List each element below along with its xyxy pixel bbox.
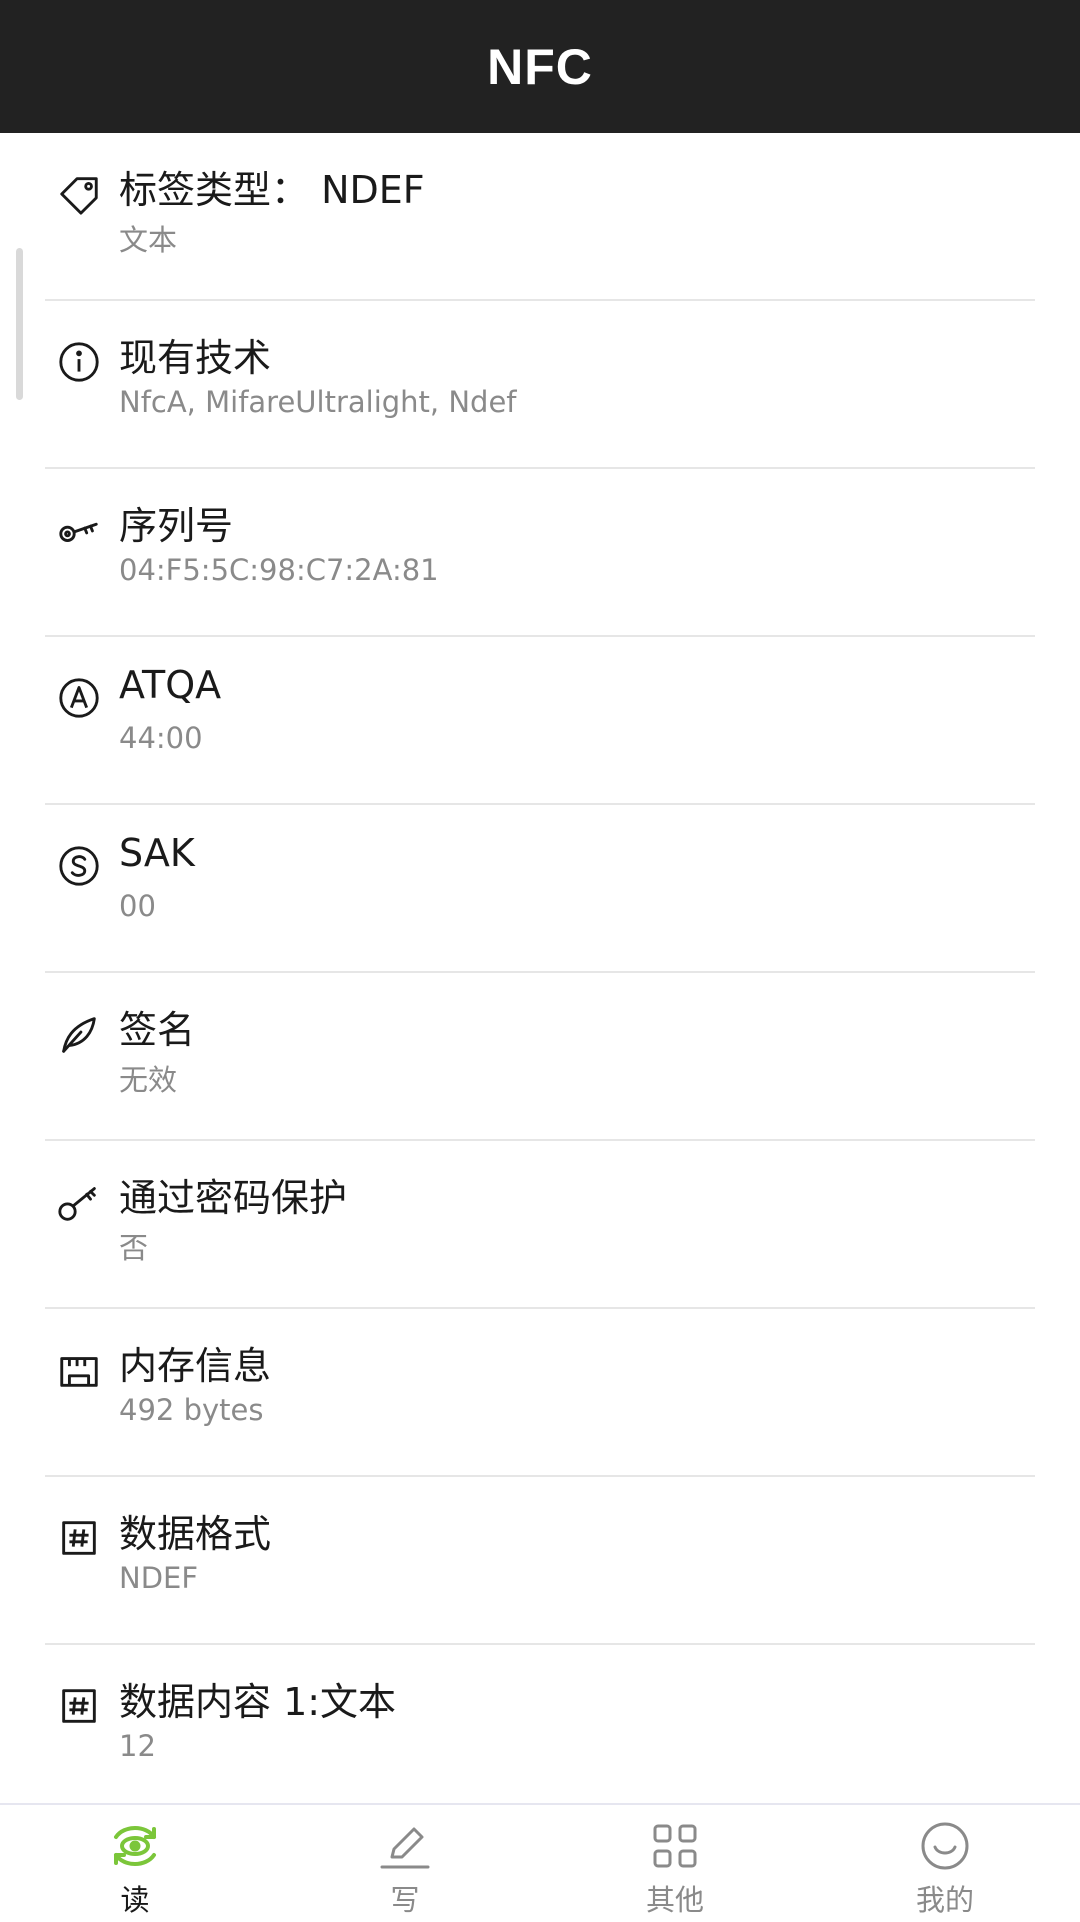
list-item-value: 44:00: [119, 721, 203, 755]
circle-s-icon: [54, 841, 104, 891]
nav-label: 其他: [645, 1883, 704, 1917]
list-item-label: 数据内容 1:文本: [119, 1680, 397, 1724]
list-item-value: 否: [119, 1231, 149, 1265]
pencil-icon: [380, 1827, 430, 1869]
list-item-value: 04:F5:5C:98:C7:2A:81: [119, 553, 439, 587]
list-item-data-content[interactable]: 数据内容 1:文本 12: [0, 1645, 1080, 1813]
list-item-value: 12: [119, 1729, 156, 1763]
list-item-serial-number[interactable]: 序列号 04:F5:5C:98:C7:2A:81: [0, 469, 1080, 637]
list-item-label: 通过密码保护: [119, 1176, 348, 1220]
tag-info-list: 标签类型： NDEF 文本 现有技术 NfcA, MifareUltraligh…: [0, 133, 1080, 1813]
nav-tab-write[interactable]: 写: [270, 1805, 540, 1922]
list-item-value: 00: [119, 889, 156, 923]
circle-a-icon: [54, 673, 104, 723]
list-item-password-protection[interactable]: 通过密码保护 否: [0, 1141, 1080, 1309]
hash-box-icon: [54, 1681, 104, 1731]
tag-icon: [54, 169, 104, 219]
nav-tab-mine[interactable]: 我的: [810, 1805, 1080, 1922]
list-item-value: NfcA, MifareUltralight, Ndef: [119, 385, 517, 419]
nav-label: 写: [390, 1883, 420, 1917]
list-item-label: 标签类型： NDEF: [119, 168, 425, 212]
list-item-value: 492 bytes: [119, 1393, 264, 1427]
list-item-memory-info[interactable]: 内存信息 492 bytes: [0, 1309, 1080, 1477]
key-icon: [54, 505, 104, 555]
list-item-data-format[interactable]: 数据格式 NDEF: [0, 1477, 1080, 1645]
list-item-label: 签名: [119, 1008, 196, 1052]
hash-box-icon: [54, 1513, 104, 1563]
nav-tab-read[interactable]: 读: [0, 1805, 270, 1922]
list-item-tag-type[interactable]: 标签类型： NDEF 文本: [0, 133, 1080, 301]
app-header: NFC: [0, 0, 1080, 133]
list-item-technologies[interactable]: 现有技术 NfcA, MifareUltralight, Ndef: [0, 301, 1080, 469]
list-item-label: SAK: [119, 831, 195, 875]
memory-icon: [54, 1345, 104, 1395]
list-item-label: 现有技术: [119, 336, 272, 380]
bottom-nav: 读 写 其他 我的: [0, 1803, 1080, 1922]
password-key-icon: [54, 1177, 104, 1227]
info-icon: [54, 337, 104, 387]
feather-icon: [54, 1009, 104, 1059]
nav-tab-other[interactable]: 其他: [540, 1805, 810, 1922]
list-item-value: NDEF: [119, 1561, 199, 1595]
list-item-label: 序列号: [119, 504, 234, 548]
smile-icon: [921, 1822, 969, 1870]
list-item-value: 无效: [119, 1063, 178, 1097]
read-eye-icon: [114, 1826, 156, 1866]
list-item-signature[interactable]: 签名 无效: [0, 973, 1080, 1141]
list-item-atqa[interactable]: ATQA 44:00: [0, 637, 1080, 805]
list-item-sak[interactable]: SAK 00: [0, 805, 1080, 973]
list-item-label: 数据格式: [119, 1512, 272, 1556]
grid-icon: [653, 1824, 697, 1868]
list-item-label: 内存信息: [119, 1344, 272, 1388]
nav-label: 读: [120, 1883, 150, 1917]
nav-label: 我的: [915, 1883, 974, 1917]
page-title: NFC: [487, 38, 593, 95]
list-item-value: 文本: [119, 223, 178, 257]
list-item-label: ATQA: [119, 663, 222, 707]
